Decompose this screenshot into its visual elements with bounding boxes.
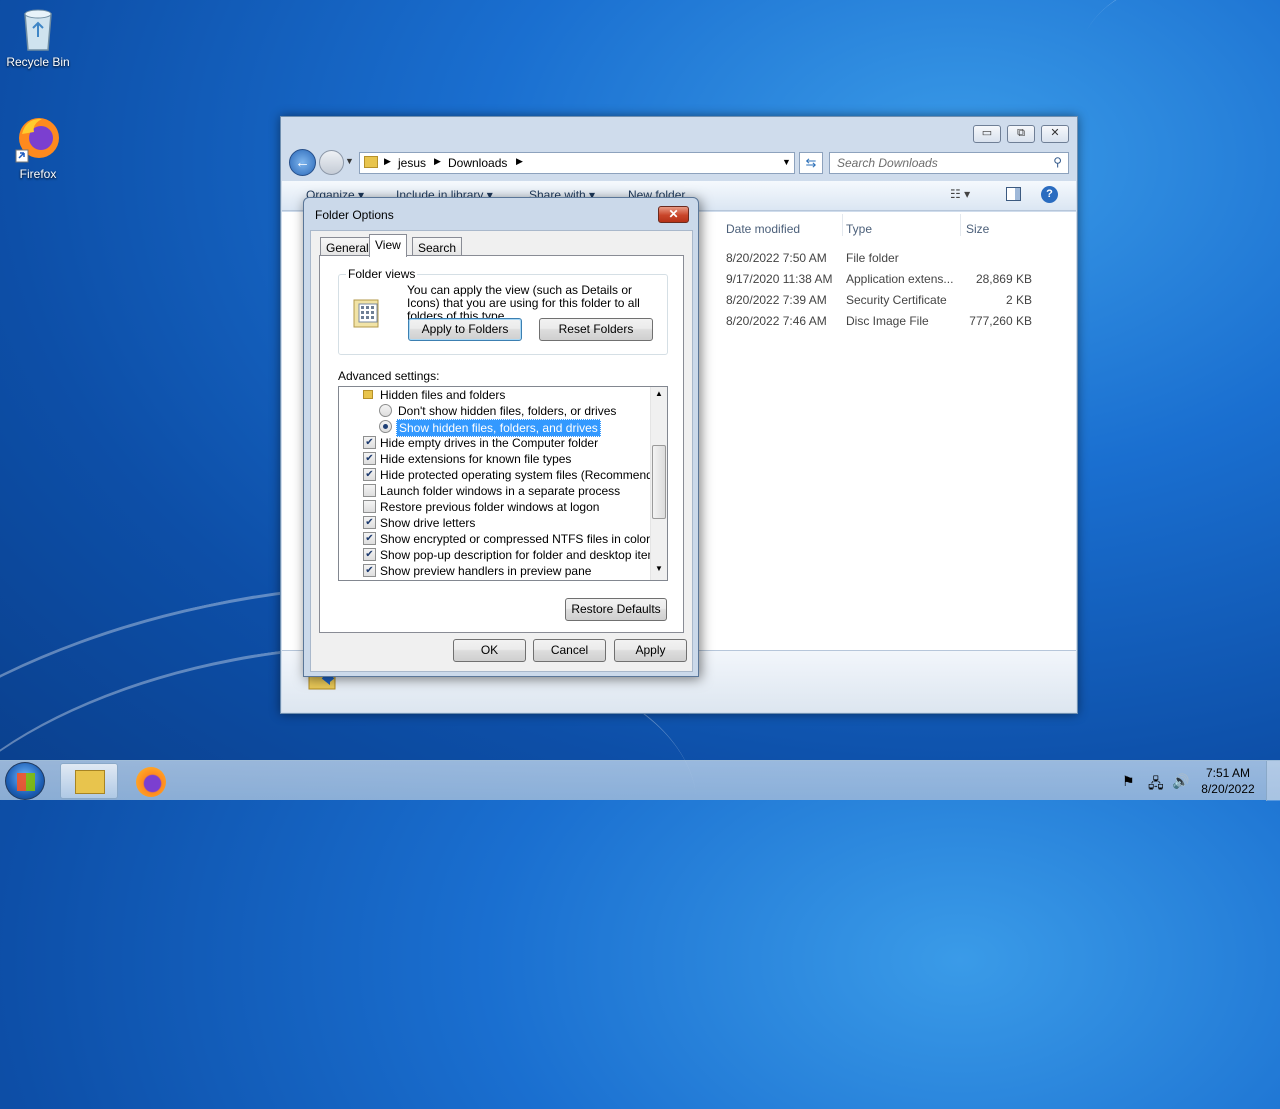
scroll-down-icon[interactable]: ▼ <box>655 564 663 573</box>
checkbox-launch-separate[interactable] <box>363 484 376 497</box>
folder-icon <box>363 390 373 399</box>
apply-button[interactable]: Apply <box>614 639 687 662</box>
back-button[interactable]: ← <box>289 149 316 176</box>
breadcrumb-separator-icon: ▶ <box>384 156 391 166</box>
search-placeholder: Search Downloads <box>837 156 938 170</box>
row-type: Application extens... <box>846 272 954 286</box>
tab-general[interactable]: General <box>320 237 375 257</box>
desktop-icon-recycle-bin[interactable]: Recycle Bin <box>0 6 76 69</box>
desktop-icon-label: Firefox <box>19 167 57 181</box>
search-input[interactable]: Search Downloads ⚲ <box>829 152 1069 174</box>
refresh-button[interactable]: ⇆ <box>799 152 823 174</box>
checkbox-hide-empty-drives[interactable]: ✔ <box>363 436 376 449</box>
explorer-icon <box>75 770 105 794</box>
radio-dont-show[interactable] <box>379 404 392 417</box>
folder-options-dialog: Folder Options ✕ General View Search Fol… <box>303 197 699 677</box>
back-arrow-icon: ← <box>295 154 310 171</box>
forward-button[interactable] <box>319 150 344 175</box>
breadcrumb-jesus[interactable]: jesus <box>398 156 426 170</box>
taskbar-firefox[interactable] <box>122 763 180 799</box>
row-size: 28,869 KB <box>975 272 1032 286</box>
recycle-bin-icon <box>20 6 56 52</box>
column-header-type[interactable]: Type <box>846 222 872 236</box>
scroll-thumb[interactable] <box>652 445 666 519</box>
checkbox-hide-protected[interactable]: ✔ <box>363 468 376 481</box>
help-icon[interactable]: ? <box>1041 186 1058 203</box>
ok-button[interactable]: OK <box>453 639 526 662</box>
action-center-flag-icon[interactable]: ⚑ <box>1122 773 1135 790</box>
refresh-icon: ⇆ <box>805 155 817 170</box>
search-icon: ⚲ <box>1053 155 1062 169</box>
recent-pages-dropdown[interactable]: ▼ <box>345 156 354 166</box>
row-type: File folder <box>846 251 899 265</box>
windows-logo-icon <box>17 773 35 791</box>
reset-folders-button[interactable]: Reset Folders <box>539 318 653 341</box>
show-desktop-button[interactable] <box>1266 761 1280 801</box>
minimize-button[interactable]: ▭ <box>973 125 1001 143</box>
checkbox-show-encrypted[interactable]: ✔ <box>363 532 376 545</box>
network-icon[interactable]: 🖧 <box>1148 773 1164 797</box>
firefox-icon <box>14 114 62 164</box>
checkbox-show-drive-letters[interactable]: ✔ <box>363 516 376 529</box>
row-type: Disc Image File <box>846 314 929 328</box>
clock-time: 7:51 AM <box>1205 766 1251 780</box>
firefox-icon <box>136 767 166 797</box>
row-size: 777,260 KB <box>969 314 1032 328</box>
close-button[interactable]: ✕ <box>1041 125 1069 143</box>
dialog-body: General View Search Folder views You can… <box>310 230 693 672</box>
preview-pane-icon[interactable] <box>1006 187 1021 201</box>
row-date: 8/20/2022 7:50 AM <box>726 251 827 265</box>
folder-views-group: Folder views You can apply the view (suc… <box>338 267 668 355</box>
breadcrumb-separator-icon: ▶ <box>434 156 441 166</box>
radio-show-hidden[interactable] <box>379 420 392 433</box>
checkbox-hide-extensions[interactable]: ✔ <box>363 452 376 465</box>
column-header-date[interactable]: Date modified <box>726 222 800 236</box>
view-tab-panel: Folder views You can apply the view (suc… <box>319 255 684 633</box>
row-size: 2 KB <box>1005 293 1032 307</box>
close-icon: ✕ <box>668 207 679 221</box>
address-dropdown-icon[interactable]: ▼ <box>782 157 791 167</box>
dialog-close-button[interactable]: ✕ <box>658 206 689 223</box>
address-bar[interactable]: ▶ jesus ▶ Downloads ▶ ▼ <box>359 152 795 174</box>
view-options-icon[interactable]: ☷ ▾ <box>950 187 970 201</box>
folder-icon <box>364 156 378 168</box>
settings-scrollbar[interactable]: ▲ ▼ <box>650 387 667 580</box>
row-date: 8/20/2022 7:39 AM <box>726 293 827 307</box>
advanced-settings-label: Advanced settings: <box>338 369 440 383</box>
taskbar: ⚑ 🖧 🔊 7:51 AM 8/20/2022 <box>0 760 1280 801</box>
start-button[interactable] <box>5 762 45 800</box>
clock-date: 8/20/2022 <box>1201 782 1255 796</box>
checkbox-show-popup[interactable]: ✔ <box>363 548 376 561</box>
cancel-button[interactable]: Cancel <box>533 639 606 662</box>
row-date: 8/20/2022 7:46 AM <box>726 314 827 328</box>
tab-view[interactable]: View <box>369 234 407 257</box>
volume-icon[interactable]: 🔊 <box>1172 773 1189 790</box>
breadcrumb-downloads[interactable]: Downloads <box>448 156 507 170</box>
apply-to-folders-button[interactable]: Apply to Folders <box>408 318 522 341</box>
restore-defaults-button[interactable]: Restore Defaults <box>565 598 667 621</box>
folder-views-icon <box>353 297 383 329</box>
scroll-up-icon[interactable]: ▲ <box>655 389 663 398</box>
folder-views-legend: Folder views <box>346 267 418 281</box>
advanced-settings-list: Hidden files and folders Don't show hidd… <box>338 386 668 581</box>
row-type: Security Certificate <box>846 293 947 307</box>
clock[interactable]: 7:51 AM 8/20/2022 <box>1196 765 1260 797</box>
dialog-title: Folder Options <box>315 208 394 222</box>
row-date: 9/17/2020 11:38 AM <box>726 272 833 286</box>
desktop-icon-label: Recycle Bin <box>6 55 70 69</box>
maximize-button[interactable]: ⧉ <box>1007 125 1035 143</box>
tab-search[interactable]: Search <box>412 237 463 257</box>
breadcrumb-separator-icon: ▶ <box>516 156 523 166</box>
checkbox-restore-previous[interactable] <box>363 500 376 513</box>
column-header-size[interactable]: Size <box>966 222 989 236</box>
taskbar-explorer[interactable] <box>60 763 118 799</box>
checkbox-show-preview[interactable]: ✔ <box>363 564 376 577</box>
desktop-icon-firefox[interactable]: Firefox <box>0 114 76 181</box>
